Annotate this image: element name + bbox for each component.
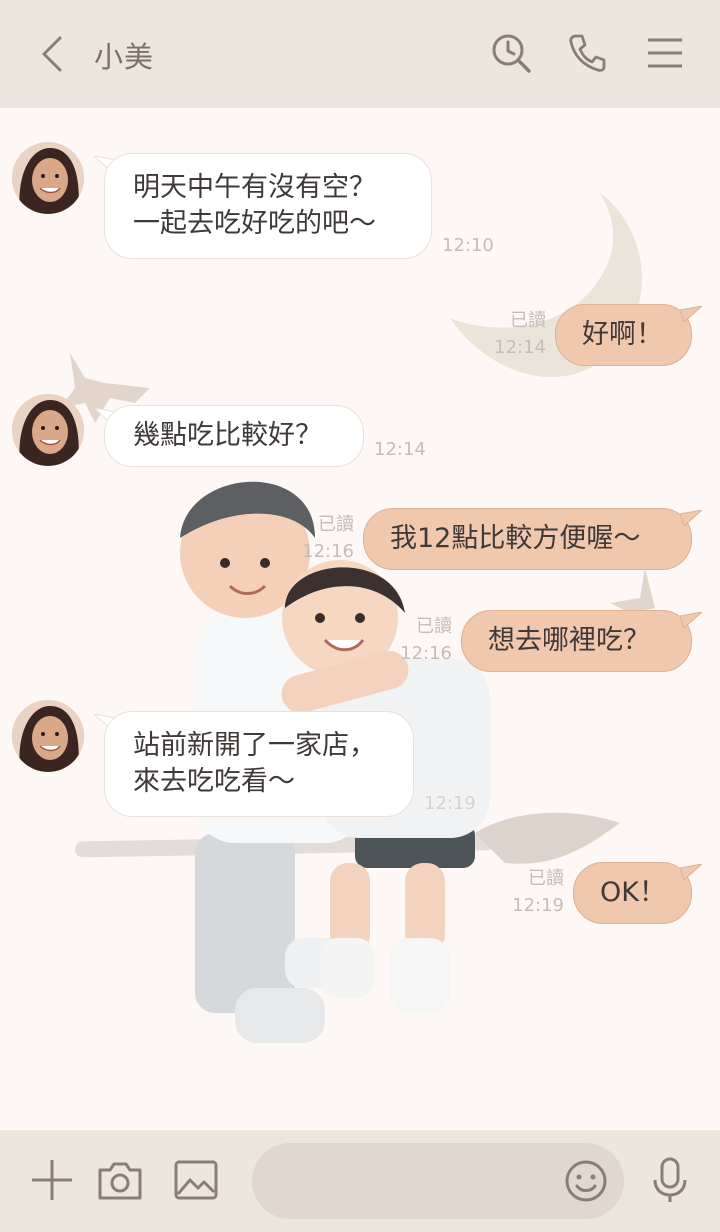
bubble-tail: [680, 510, 702, 526]
message-input-box[interactable]: [252, 1143, 624, 1219]
message-bubble-incoming[interactable]: 明天中午有沒有空？ 一起去吃好吃的吧～: [104, 153, 432, 259]
message-bubble-incoming[interactable]: 幾點吃比較好？: [104, 405, 364, 467]
avatar[interactable]: [12, 394, 84, 466]
message-time: 12:19: [512, 895, 564, 916]
smiley-icon[interactable]: [564, 1159, 608, 1203]
read-receipt: 已讀: [416, 616, 452, 637]
phone-icon[interactable]: [566, 32, 608, 74]
plus-icon[interactable]: [28, 1156, 76, 1204]
chat-area[interactable]: 明天中午有沒有空？ 一起去吃好吃的吧～ 12:10 已讀 12:14 好啊！ 幾…: [0, 108, 720, 1130]
message-time: 12:16: [400, 643, 452, 664]
avatar[interactable]: [12, 700, 84, 772]
read-receipt: 已讀: [510, 310, 546, 331]
message-time: 12:19: [424, 793, 476, 814]
bubble-tail: [680, 864, 702, 880]
read-receipt: 已讀: [318, 514, 354, 535]
chat-title: 小美: [94, 40, 155, 74]
avatar-face-icon: [12, 394, 84, 466]
composer-bar: [0, 1130, 720, 1232]
bubble-tail: [680, 612, 702, 628]
message-time: 12:16: [302, 541, 354, 562]
message-time: 12:14: [494, 337, 546, 358]
avatar-face-icon: [12, 142, 84, 214]
message-time: 12:14: [374, 439, 426, 460]
message-bubble-outgoing[interactable]: 好啊！: [555, 304, 692, 366]
message-bubble-outgoing[interactable]: 我12點比較方便喔～: [363, 508, 692, 570]
read-receipt: 已讀: [528, 868, 564, 889]
hamburger-menu-icon[interactable]: [644, 32, 686, 74]
message-time: 12:10: [442, 235, 494, 256]
microphone-icon[interactable]: [646, 1156, 694, 1204]
message-input[interactable]: [276, 1161, 560, 1203]
message-bubble-outgoing[interactable]: OK！: [573, 862, 692, 924]
chat-header: 小美: [0, 0, 720, 108]
avatar[interactable]: [12, 142, 84, 214]
search-clock-icon[interactable]: [490, 32, 532, 74]
bubble-tail: [680, 306, 702, 322]
chevron-left-icon[interactable]: [34, 34, 74, 74]
image-icon[interactable]: [172, 1156, 220, 1204]
message-bubble-outgoing[interactable]: 想去哪裡吃？: [461, 610, 692, 672]
avatar-face-icon: [12, 700, 84, 772]
camera-icon[interactable]: [96, 1156, 144, 1204]
message-bubble-incoming[interactable]: 站前新開了一家店， 來去吃吃看～: [104, 711, 414, 817]
